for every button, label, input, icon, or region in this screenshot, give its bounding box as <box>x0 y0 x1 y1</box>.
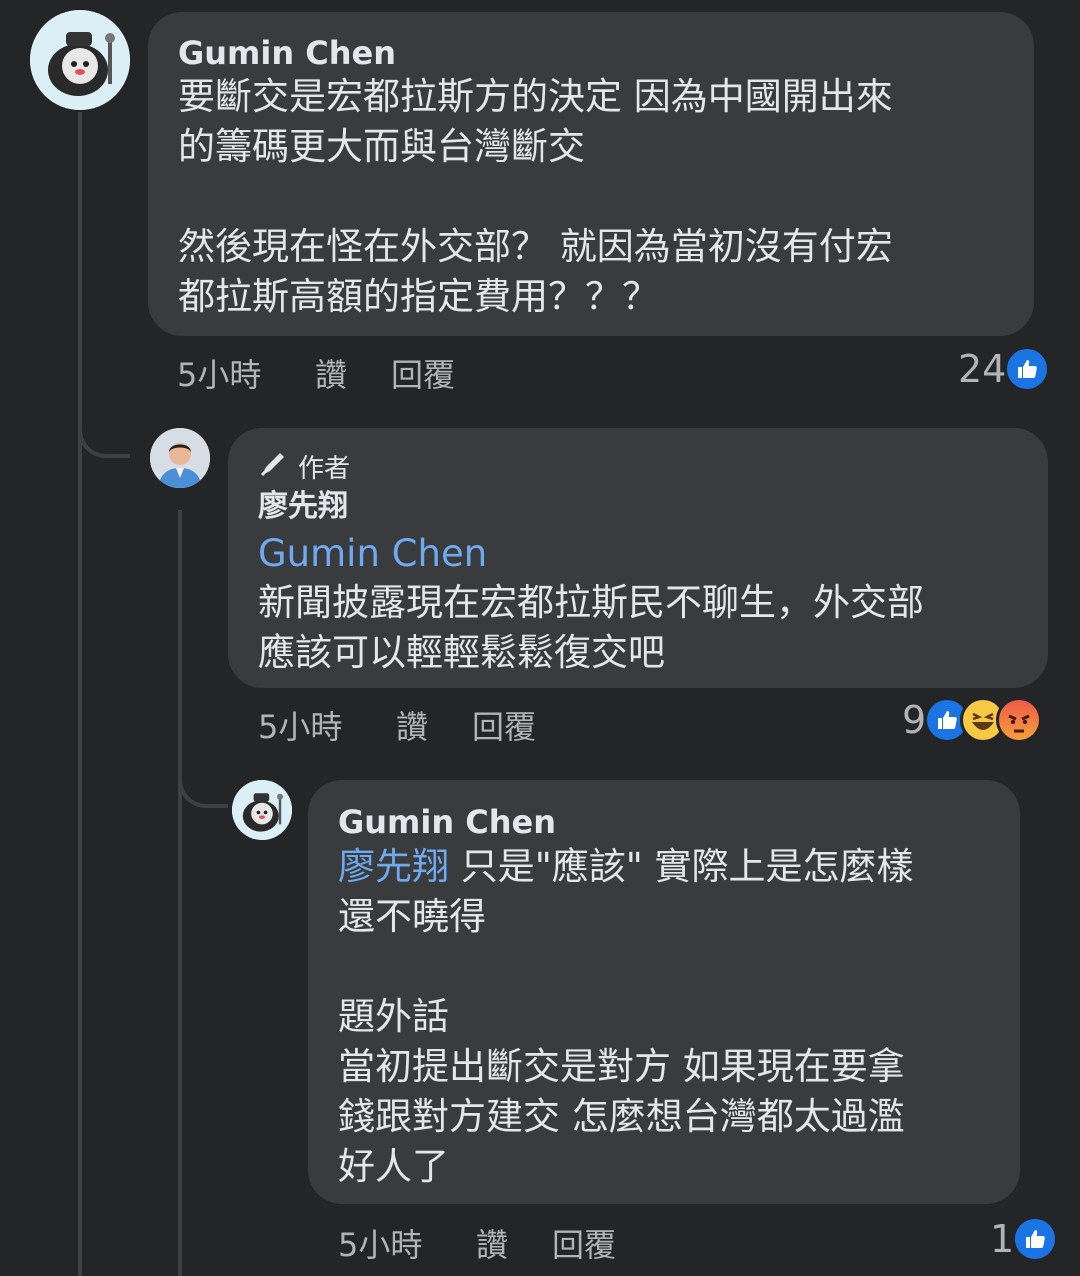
like-button[interactable]: 讚 <box>476 1220 552 1266</box>
like-button[interactable]: 讚 <box>396 702 472 748</box>
reactions-2[interactable]: 9 <box>902 697 1043 743</box>
reaction-count: 1 <box>990 1217 1015 1261</box>
reply-button[interactable]: 回覆 <box>391 350 455 396</box>
author-badge: 作者 <box>258 448 1018 484</box>
comment-actions-3: 5小時 讚 回覆 <box>338 1220 616 1266</box>
thumbs-up-icon <box>1004 346 1051 392</box>
comment-bubble-3[interactable]: Gumin Chen 廖先翔 只是"應該" 實際上是怎麼樣 還不曉得 題外話 當… <box>308 780 1020 1204</box>
comment-text-first: 只是"應該" 實際上是怎麼樣 <box>449 845 914 888</box>
reactions-1[interactable]: 24 <box>958 346 1051 392</box>
comment-author[interactable]: Gumin Chen <box>338 802 990 842</box>
reaction-count: 24 <box>958 347 1007 391</box>
thread-connector-2 <box>178 750 228 808</box>
comment-text: 要斷交是宏都拉斯方的決定 因為中國開出來 的籌碼更大而與台灣斷交 然後現在怪在外… <box>178 75 893 318</box>
thread-connector-1 <box>78 400 130 458</box>
comment-author[interactable]: 廖先翔 <box>258 484 1018 530</box>
comment-text: 還不曉得 題外話 當初提出斷交是對方 如果現在要拿 錢跟對方建交 怎麼想台灣都太… <box>338 895 905 1188</box>
reply-button[interactable]: 回覆 <box>552 1220 616 1266</box>
reaction-count: 9 <box>902 698 927 742</box>
comment-bubble-1[interactable]: Gumin Chen 要斷交是宏都拉斯方的決定 因為中國開出來 的籌碼更大而與台… <box>148 12 1034 336</box>
author-badge-label: 作者 <box>298 453 351 484</box>
reply-button[interactable]: 回覆 <box>472 702 536 748</box>
avatar-gumin-chen[interactable] <box>232 780 292 840</box>
comment-text: 新聞披露現在宏都拉斯民不聊生，外交部 應該可以輕輕鬆鬆復交吧 <box>258 581 924 674</box>
comment-author[interactable]: Gumin Chen <box>178 34 1004 72</box>
comment-time[interactable]: 5小時 <box>258 702 396 748</box>
comment-bubble-2[interactable]: 作者 廖先翔 Gumin Chen 新聞披露現在宏都拉斯民不聊生，外交部 應該可… <box>228 428 1048 688</box>
thread-line-reply <box>178 510 182 1276</box>
comment-time[interactable]: 5小時 <box>177 350 315 396</box>
mention-link[interactable]: 廖先翔 <box>338 845 449 888</box>
comment-actions-2: 5小時 讚 回覆 <box>258 702 536 748</box>
pen-icon <box>258 447 290 486</box>
avatar-liao-xian-xiang[interactable] <box>150 428 210 488</box>
like-button[interactable]: 讚 <box>315 350 391 396</box>
reactions-3[interactable]: 1 <box>990 1216 1059 1262</box>
angry-emoji-icon <box>996 697 1043 743</box>
comment-time[interactable]: 5小時 <box>338 1220 476 1266</box>
comment-actions-1: 5小時 讚 回覆 <box>177 350 455 396</box>
avatar-gumin-chen[interactable] <box>30 10 130 110</box>
comment-first-line: 廖先翔 只是"應該" 實際上是怎麼樣 <box>338 842 990 892</box>
thread-line-main <box>78 112 82 1276</box>
thumbs-up-icon <box>1012 1216 1059 1262</box>
mention-link[interactable]: Gumin Chen <box>258 530 1018 578</box>
